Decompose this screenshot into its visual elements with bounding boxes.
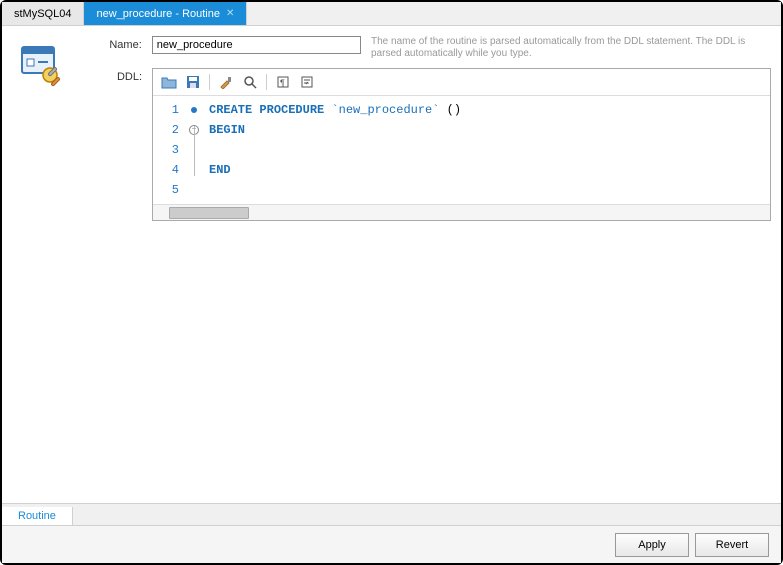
body: Name: The name of the routine is parsed …	[2, 26, 781, 503]
object-icon-column	[2, 26, 82, 503]
top-tabbar: stMySQL04 new_procedure - Routine ✕	[2, 2, 781, 26]
tab[interactable]: new_procedure - Routine ✕	[84, 2, 247, 25]
editor-toolbar: ¶	[153, 69, 770, 96]
line-number: 2	[153, 120, 179, 140]
invisible-chars-icon[interactable]: ¶	[272, 72, 294, 92]
code-line[interactable]	[209, 180, 764, 200]
form-area: Name: The name of the routine is parsed …	[82, 26, 781, 503]
line-marker	[185, 100, 203, 120]
line-marker	[185, 180, 203, 200]
close-icon[interactable]: ✕	[226, 8, 234, 19]
apply-button[interactable]: Apply	[615, 533, 689, 557]
brush-icon[interactable]	[215, 72, 237, 92]
code-line[interactable]: BEGIN	[209, 120, 764, 140]
save-icon[interactable]	[182, 72, 204, 92]
toolbar-separator	[266, 74, 267, 90]
tab[interactable]: stMySQL04	[2, 2, 84, 25]
name-input[interactable]	[152, 36, 361, 54]
code-line[interactable]	[209, 140, 764, 160]
line-number: 1	[153, 100, 179, 120]
wrap-icon[interactable]	[296, 72, 318, 92]
fold-gutter: −	[185, 96, 203, 204]
tab-label: new_procedure - Routine	[96, 8, 220, 20]
open-icon[interactable]	[158, 72, 180, 92]
line-gutter: 12345	[153, 96, 185, 204]
tab-label: stMySQL04	[14, 8, 71, 20]
svg-text:¶: ¶	[280, 78, 285, 88]
line-number: 3	[153, 140, 179, 160]
code-area[interactable]: CREATE PROCEDURE `new_procedure` ()BEGIN…	[203, 96, 770, 204]
scrollbar-thumb[interactable]	[169, 207, 249, 219]
routine-icon	[18, 41, 66, 92]
ddl-label: DDL:	[82, 68, 152, 83]
revert-button[interactable]: Revert	[695, 533, 769, 557]
line-number: 4	[153, 160, 179, 180]
ddl-editor: ¶ 12345 − CREATE PROCEDURE `new_proce	[152, 68, 771, 221]
bottom-tabbar: Routine	[2, 503, 781, 525]
footer: Apply Revert	[2, 525, 781, 563]
name-label: Name:	[82, 36, 152, 51]
toolbar-separator	[209, 74, 210, 90]
search-icon[interactable]	[239, 72, 261, 92]
code-line[interactable]: END	[209, 160, 764, 180]
name-hint: The name of the routine is parsed automa…	[371, 36, 771, 60]
code-line[interactable]: CREATE PROCEDURE `new_procedure` ()	[209, 100, 764, 120]
horizontal-scrollbar[interactable]	[153, 204, 770, 220]
line-number: 5	[153, 180, 179, 200]
tab-routine[interactable]: Routine	[2, 507, 73, 525]
editor-body[interactable]: 12345 − CREATE PROCEDURE `new_procedure`…	[153, 96, 770, 204]
